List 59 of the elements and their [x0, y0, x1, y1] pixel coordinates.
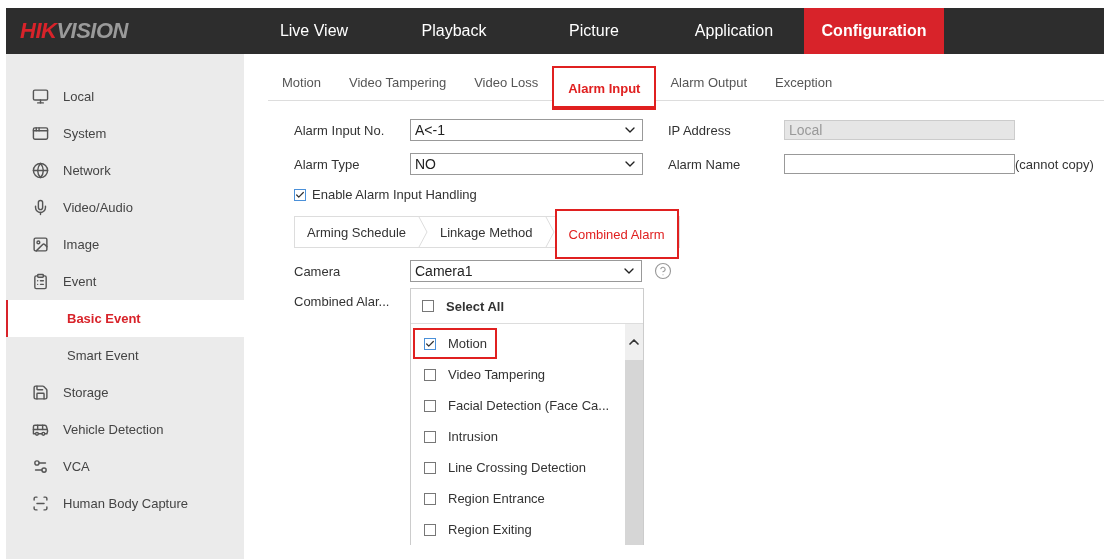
help-icon[interactable]: [654, 262, 672, 280]
sidebar-item[interactable]: Vehicle Detection: [6, 411, 244, 448]
alarm-option[interactable]: Line Crossing Detection: [413, 452, 597, 483]
sidebar-subitem[interactable]: Smart Event: [6, 337, 244, 374]
sidebar-item[interactable]: System: [6, 115, 244, 152]
select-all-label: Select All: [446, 298, 505, 314]
nav-tab[interactable]: Application: [664, 8, 804, 54]
sidebar-item[interactable]: Network: [6, 152, 244, 189]
alarm-input-select[interactable]: A<-1: [410, 119, 643, 141]
sidebar-item[interactable]: VCA: [6, 448, 244, 485]
checkbox[interactable]: [424, 492, 436, 505]
field-label: Alarm Type: [294, 156, 361, 172]
field-label: Alarm Name: [668, 156, 742, 172]
alarm-name-field[interactable]: [784, 154, 1015, 174]
sidebar-item[interactable]: Human Body Capture: [6, 485, 244, 522]
checkbox[interactable]: [424, 461, 436, 474]
sidebar-item[interactable]: Image: [6, 226, 244, 263]
checkbox[interactable]: [422, 300, 434, 312]
globe-icon: [32, 162, 49, 179]
field-label: Combined Alar...: [294, 294, 391, 309]
checkbox[interactable]: [424, 368, 436, 381]
scrollbar[interactable]: [625, 324, 643, 545]
clipboard-icon: [32, 273, 49, 290]
field-label: Alarm Input No.: [294, 122, 386, 138]
sidebar-item[interactable]: Event: [6, 263, 244, 300]
checkbox[interactable]: [424, 399, 436, 412]
nav-tab[interactable]: Playback: [384, 8, 524, 54]
field-label: Camera: [294, 263, 342, 279]
checkbox[interactable]: [424, 523, 436, 536]
camera-select[interactable]: Camera1: [410, 260, 642, 282]
tab[interactable]: Alarm Input: [552, 66, 657, 110]
logo: HIKVISION: [19, 17, 130, 45]
sidebar-subitem[interactable]: Basic Event: [6, 300, 244, 337]
alarm-option[interactable]: Intrusion: [413, 421, 508, 452]
alarm-option[interactable]: Facial Detection (Face Ca...: [413, 390, 620, 421]
alarm-option[interactable]: Motion: [413, 328, 498, 359]
sliders-icon: [32, 458, 49, 475]
scan-frame-icon: [32, 495, 49, 512]
window-icon: [32, 125, 49, 142]
nav-tab[interactable]: Live View: [244, 8, 384, 54]
image-icon: [32, 236, 49, 253]
monitor-icon: [32, 88, 49, 105]
checkbox[interactable]: [294, 188, 306, 201]
sidebar-item[interactable]: Video/Audio: [6, 189, 244, 226]
alarm-type-select[interactable]: NO: [410, 153, 643, 175]
alarm-option[interactable]: Region Exiting: [413, 514, 542, 545]
nav-tab[interactable]: Configuration: [804, 8, 944, 54]
field-note: (cannot copy): [1015, 156, 1094, 172]
checkbox[interactable]: [424, 430, 436, 443]
nav-tab[interactable]: Picture: [524, 8, 664, 54]
microphone-icon: [32, 199, 49, 216]
alarm-option[interactable]: Video Tampering: [413, 359, 556, 390]
alarm-option[interactable]: Region Entrance: [413, 483, 555, 514]
field-label: IP Address: [668, 122, 732, 138]
step-tab[interactable]: Combined Alarm: [554, 209, 679, 259]
sidebar-item[interactable]: Local: [6, 78, 244, 115]
checkbox[interactable]: [424, 337, 436, 350]
checkbox-label: Enable Alarm Input Handling: [312, 187, 477, 202]
sidebar-item[interactable]: Storage: [6, 374, 244, 411]
